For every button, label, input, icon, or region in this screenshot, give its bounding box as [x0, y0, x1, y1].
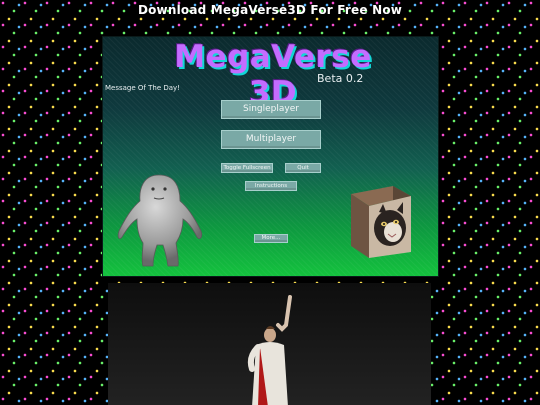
- toggle-fullscreen-button[interactable]: Toggle Fullscreen: [221, 163, 273, 173]
- robed-figure-waving-icon: [247, 295, 292, 405]
- more-button[interactable]: More...: [254, 234, 288, 243]
- instructions-button[interactable]: Instructions: [245, 181, 297, 191]
- quit-button[interactable]: Quit: [285, 163, 321, 173]
- singleplayer-button[interactable]: Singleplayer: [221, 100, 321, 119]
- version-label: Beta 0.2: [317, 72, 364, 85]
- message-of-the-day-label: Message Of The Day!: [105, 84, 180, 92]
- download-link[interactable]: Download MegaVerse3D For Free Now: [0, 3, 540, 17]
- gray-blob-creature-icon: [117, 174, 203, 267]
- game-menu-frame: MegaVerse 3D Beta 0.2 Message Of The Day…: [103, 37, 438, 276]
- video-preview-area: [108, 283, 431, 405]
- multiplayer-button[interactable]: Multiplayer: [221, 130, 321, 149]
- cat-face-cube-icon: [351, 186, 411, 258]
